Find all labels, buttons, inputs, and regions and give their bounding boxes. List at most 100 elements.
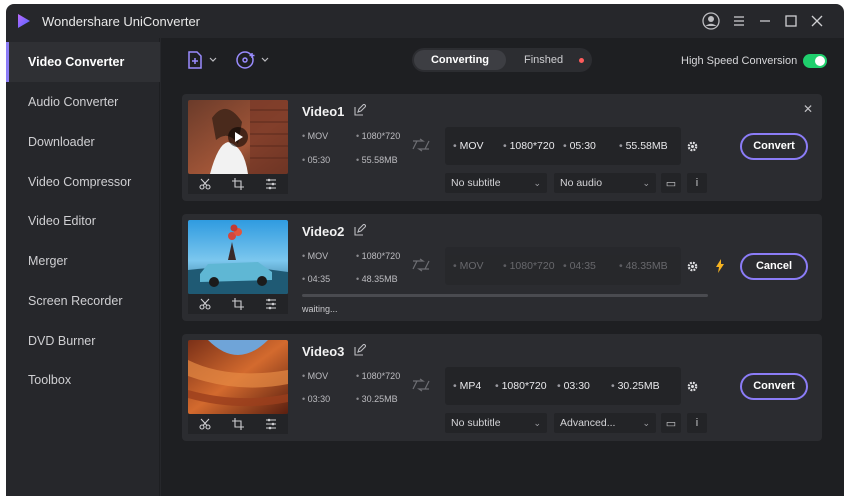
sidebar-item-dvd-burner[interactable]: DVD Burner [6,321,160,361]
target-format: MP4 [453,380,482,392]
video-name: Video3 [302,344,345,359]
target-duration: 03:30 [557,380,590,392]
status-tab-group: Converting Finshed [412,48,592,72]
crop-icon[interactable] [231,418,244,430]
remove-item-icon[interactable]: ✕ [803,102,813,116]
edit-name-icon[interactable] [354,104,366,116]
source-duration: 03:30 [302,394,331,404]
video-thumbnail[interactable] [188,100,288,174]
subtitle-select[interactable]: No subtitle ⌄ [445,173,547,193]
sidebar-item-toolbox[interactable]: Toolbox [6,360,160,400]
chevron-down-icon: ⌄ [642,178,650,188]
source-size: 48.35MB [356,274,398,284]
video-card-2: Video2 MOV 1080*720 04:35 48.35MB MOV 10… [182,214,822,321]
high-speed-label: High Speed Conversion [681,55,798,67]
video-name: Video1 [302,104,345,119]
source-size: 30.25MB [356,394,398,404]
trim-icon[interactable] [199,298,211,310]
toolbar: Converting Finshed High Speed Conversion [161,38,844,82]
target-duration: 04:35 [563,260,596,272]
output-settings[interactable]: MP4 1080*720 03:30 30.25MB [445,367,681,405]
chevron-down-icon: ⌄ [533,178,541,188]
tab-finished[interactable]: Finshed [524,50,563,70]
high-speed-toggle[interactable] [803,54,827,68]
convert-button[interactable]: Convert [740,373,808,400]
app-window: Wondershare UniConverter Video Converter… [6,4,844,496]
edit-name-icon[interactable] [354,224,366,236]
thumbnail-tools [188,294,288,314]
subtitle-value: No subtitle [451,417,501,429]
disc-add-icon [236,51,255,69]
audio-select[interactable]: No audio ⌄ [554,173,656,193]
settings-gear-icon[interactable] [686,140,699,153]
sidebar-item-video-converter[interactable]: Video Converter [6,42,160,82]
source-resolution: 1080*720 [356,371,401,381]
subtitle-editor-icon[interactable]: ▭ [661,173,681,193]
convert-arrow-icon [412,138,430,152]
chevron-down-icon [209,57,217,62]
effects-icon[interactable] [265,298,277,310]
settings-gear-icon[interactable] [686,380,699,393]
target-resolution: 1080*720 [495,380,547,392]
trim-icon[interactable] [199,418,211,430]
source-duration: 05:30 [302,155,331,165]
sidebar-item-merger[interactable]: Merger [6,241,160,281]
account-icon[interactable] [700,11,722,31]
load-dvd-button[interactable] [235,48,269,72]
effects-icon[interactable] [265,178,277,190]
video-thumbnail[interactable] [188,220,288,294]
conversion-progress-bar [302,294,708,297]
chevron-down-icon: ⌄ [642,418,650,428]
trim-icon[interactable] [199,178,211,190]
sidebar-item-audio-converter[interactable]: Audio Converter [6,82,160,122]
edit-name-icon[interactable] [354,344,366,356]
effects-icon[interactable] [265,418,277,430]
sidebar-item-video-compressor[interactable]: Video Compressor [6,162,160,202]
settings-gear-icon[interactable] [686,260,699,273]
chevron-down-icon [261,57,269,62]
info-icon[interactable]: i [687,173,707,193]
audio-select[interactable]: Advanced... ⌄ [554,413,656,433]
subtitle-value: No subtitle [451,177,501,189]
target-resolution: 1080*720 [503,260,555,272]
video-thumbnail[interactable] [188,340,288,414]
source-resolution: 1080*720 [356,251,401,261]
add-files-button[interactable] [185,48,217,72]
source-resolution: 1080*720 [356,131,401,141]
chevron-down-icon: ⌄ [533,418,541,428]
sidebar: Video Converter Audio Converter Download… [6,38,160,496]
subtitle-select[interactable]: No subtitle ⌄ [445,413,547,433]
add-file-icon [188,51,202,69]
maximize-icon[interactable] [780,11,802,31]
output-settings[interactable]: MOV 1080*720 05:30 55.58MB [445,127,681,165]
source-size: 55.58MB [356,155,398,165]
close-window-icon[interactable] [806,11,828,31]
minimize-icon[interactable] [754,11,776,31]
video-card-1: Video1 MOV 1080*720 05:30 55.58MB MOV 10… [182,94,822,201]
convert-button[interactable]: Convert [740,133,808,160]
crop-icon[interactable] [231,178,244,190]
menu-icon[interactable] [728,11,750,31]
info-icon[interactable]: i [687,413,707,433]
audio-value: No audio [560,177,603,189]
video-name: Video2 [302,224,345,239]
output-settings: MOV 1080*720 04:35 48.35MB [445,247,681,285]
uniconverter-logo-icon [18,14,30,28]
audio-value: Advanced... [560,417,616,429]
conversion-status: waiting... [302,304,338,314]
sidebar-item-downloader[interactable]: Downloader [6,122,160,162]
tab-converting[interactable]: Converting [414,50,506,70]
source-format: MOV [302,251,329,261]
subtitle-editor-icon[interactable]: ▭ [661,413,681,433]
sidebar-item-video-editor[interactable]: Video Editor [6,201,160,241]
convert-arrow-icon [412,378,430,392]
target-size: 48.35MB [619,260,668,272]
sidebar-item-screen-recorder[interactable]: Screen Recorder [6,281,160,321]
cancel-button[interactable]: Cancel [740,253,808,280]
target-size: 55.58MB [619,140,668,152]
finished-notification-dot [579,58,584,63]
video-card-3: Video3 MOV 1080*720 03:30 30.25MB MP4 10… [182,334,822,441]
target-format: MOV [453,140,484,152]
crop-icon[interactable] [231,298,244,310]
target-resolution: 1080*720 [503,140,555,152]
